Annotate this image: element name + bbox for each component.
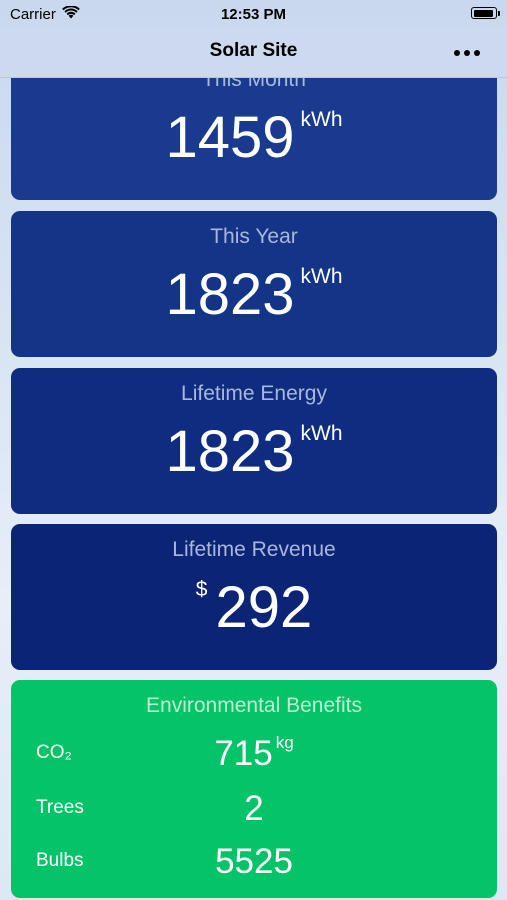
env-value-wrap: 2	[11, 787, 497, 831]
lifetime-energy-card: Lifetime Energy 1823 kWh	[11, 368, 497, 514]
env-value-wrap: 5525	[11, 840, 497, 884]
trees-row: Trees 2	[11, 787, 497, 831]
energy-value: 1823	[165, 419, 295, 484]
ellipsis-icon	[464, 50, 470, 56]
env-unit: kg	[275, 733, 294, 752]
ellipsis-icon	[454, 50, 460, 56]
revenue-value: 292	[215, 575, 313, 640]
battery-fill	[473, 9, 493, 17]
status-bar: Carrier 12:53 PM	[0, 0, 507, 28]
navigation-bar: Solar Site	[0, 28, 507, 78]
status-time: 12:53 PM	[220, 6, 287, 23]
co2-row: CO₂ 715 kg	[11, 732, 497, 776]
this-year-card: This Year 1823 kWh	[11, 211, 497, 357]
unit-label: kWh	[300, 265, 343, 288]
card-title: Lifetime Revenue	[172, 538, 336, 561]
unit-label: kWh	[300, 422, 343, 445]
bulbs-row: Bulbs 5525	[11, 840, 497, 884]
lifetime-revenue-card: Lifetime Revenue $292	[11, 524, 497, 670]
env-value: 2	[244, 789, 264, 828]
value-row: 1823 kWh	[11, 263, 497, 327]
value-row: $292	[11, 576, 497, 640]
value-row: 1823 kWh	[11, 420, 497, 484]
card-title: This Month	[202, 78, 306, 91]
env-value-wrap: 715 kg	[11, 732, 497, 776]
energy-value: 1459	[165, 105, 295, 170]
environmental-benefits-card: Environmental Benefits CO₂ 715 kg Trees 2…	[11, 680, 497, 898]
unit-label: kWh	[300, 108, 343, 131]
scroll-content[interactable]: This Month 1459 kWh This Year 1823 kWh Lif…	[0, 78, 507, 900]
energy-value: 1823	[165, 262, 295, 327]
env-value: 715	[214, 734, 273, 773]
value-row: 1459 kWh	[11, 106, 497, 170]
page-title: Solar Site	[209, 40, 298, 61]
more-options-button[interactable]	[449, 42, 485, 64]
env-value: 5525	[215, 842, 293, 881]
currency-symbol: $	[195, 578, 208, 601]
ellipsis-icon	[474, 50, 480, 56]
this-month-card: This Month 1459 kWh	[11, 78, 497, 200]
card-title: Environmental Benefits	[146, 694, 362, 717]
battery-icon	[471, 7, 500, 19]
card-title: Lifetime Energy	[181, 382, 327, 405]
card-title: This Year	[210, 225, 298, 248]
